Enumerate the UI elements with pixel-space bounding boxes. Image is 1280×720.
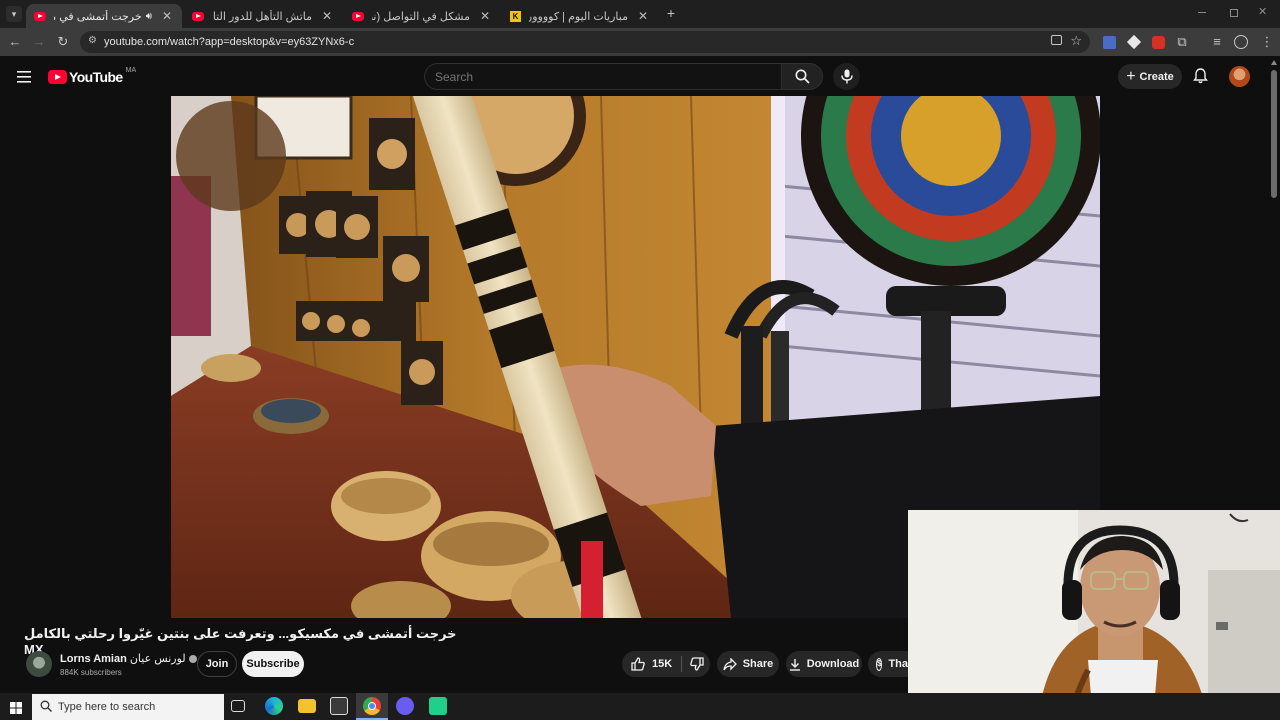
tab-title: خرجت أتمشى في مكسيكو... — [54, 10, 142, 23]
like-divider — [681, 656, 683, 672]
create-button[interactable]: + Create — [1118, 64, 1182, 89]
download-button[interactable]: Download — [786, 651, 862, 677]
like-dislike-group: 15K — [622, 651, 710, 677]
extensions-puzzle-icon[interactable]: ⧉ — [1173, 33, 1191, 51]
youtube-play-icon — [48, 70, 67, 84]
like-count: 15K — [652, 658, 673, 670]
webcam-overlay — [908, 510, 1280, 720]
tab-title: مباريات اليوم | كوووورة — [529, 10, 628, 23]
close-window-icon[interactable]: ✕ — [1258, 5, 1267, 18]
file-explorer-icon[interactable] — [298, 699, 316, 713]
app-green-icon[interactable] — [429, 697, 447, 715]
like-button[interactable]: 15K — [622, 657, 672, 671]
hamburger-menu-icon[interactable] — [17, 70, 31, 83]
tab-search-dropdown[interactable]: ▾ — [6, 6, 22, 22]
create-label: Create — [1139, 70, 1174, 83]
plus-icon: + — [1126, 67, 1136, 85]
verified-badge-icon — [188, 654, 197, 663]
subscriber-count: 884K subscribers — [60, 668, 122, 677]
youtube-logo[interactable]: YouTube MA — [48, 66, 137, 85]
back-icon[interactable]: ← — [6, 33, 24, 51]
youtube-wordmark: YouTube — [69, 69, 123, 85]
page-scrollbar[interactable] — [1271, 70, 1277, 198]
tab-close-icon[interactable]: ✕ — [478, 9, 492, 23]
browser-menu-icon[interactable]: ⋮ — [1258, 33, 1276, 51]
youtube-favicon-icon — [34, 11, 46, 21]
channel-avatar[interactable] — [26, 651, 52, 677]
kooora-favicon-icon: K — [510, 10, 521, 22]
bookmark-star-icon[interactable]: ☆ — [1070, 33, 1082, 49]
join-button[interactable]: Join — [197, 651, 237, 677]
share-button[interactable]: Share — [717, 651, 779, 677]
browser-tab[interactable]: ماتش التأهل للدور التاني؟ التشكـ ✕ — [184, 4, 342, 28]
taskbar-search-box[interactable]: Type here to search — [32, 694, 224, 720]
channel-name-arabic[interactable]: لورنس عيان — [130, 652, 186, 665]
forward-icon[interactable]: → — [30, 33, 48, 51]
browser-tab[interactable]: مشكل في التواصل (نظرية الزواج) ✕ — [344, 4, 500, 28]
browser-tab-strip: ▾ خرجت أتمشى في مكسيكو... 🔊︎ ✕ ماتش التأ… — [0, 0, 1280, 28]
channel-name[interactable]: Lorns Amian — [60, 653, 127, 665]
thumbs-down-icon — [690, 657, 704, 671]
microphone-icon — [840, 69, 853, 84]
site-info-icon[interactable]: ⚙︎ — [88, 35, 97, 46]
chrome-icon-center — [368, 702, 376, 710]
tab-close-icon[interactable]: ✕ — [636, 9, 650, 23]
browser-tab[interactable]: K مباريات اليوم | كوووورة ✕ — [502, 4, 658, 28]
download-label: Download — [806, 658, 860, 670]
youtube-favicon-icon — [192, 11, 204, 21]
notifications-bell-icon[interactable] — [1193, 68, 1208, 89]
translate-extension-icon[interactable] — [1103, 36, 1116, 49]
search-button[interactable] — [781, 63, 823, 90]
tab-title: ماتش التأهل للدور التاني؟ التشكـ — [212, 10, 312, 23]
url-text: youtube.com/watch?app=desktop&v=ey63ZYNx… — [104, 36, 355, 48]
subscribe-button[interactable]: Subscribe — [242, 651, 304, 677]
address-bar[interactable]: ⚙︎ youtube.com/watch?app=desktop&v=ey63Z… — [80, 31, 1090, 53]
thumbs-up-icon — [631, 657, 645, 671]
thanks-button[interactable]: $ Tha — [868, 651, 908, 677]
minimize-icon[interactable] — [1198, 12, 1206, 13]
extension-red-icon[interactable] — [1152, 36, 1165, 49]
restore-icon[interactable] — [1230, 9, 1238, 17]
discord-icon[interactable] — [396, 697, 414, 715]
speaker-icon[interactable]: 🔊︎ — [146, 11, 152, 22]
windows-start-icon[interactable] — [10, 701, 22, 714]
media-control-icon[interactable]: ≡ — [1208, 33, 1226, 51]
scroll-up-arrow-icon[interactable] — [1271, 60, 1277, 65]
tab-title: مشكل في التواصل (نظرية الزواج) — [372, 10, 470, 23]
share-icon — [723, 657, 737, 671]
store-icon[interactable] — [330, 697, 348, 715]
taskbar-search-icon — [40, 700, 52, 715]
new-tab-button[interactable]: + — [664, 5, 678, 21]
tab-close-icon[interactable]: ✕ — [160, 9, 174, 23]
search-icon — [795, 69, 810, 84]
thanks-icon: $ — [876, 657, 883, 671]
download-icon — [789, 658, 800, 671]
channel-info: Lorns Amian لورنس عيان 884K subscribers — [60, 652, 197, 677]
dislike-button[interactable] — [690, 657, 704, 671]
account-avatar[interactable] — [1229, 66, 1250, 87]
edge-icon[interactable] — [265, 697, 283, 715]
youtube-favicon-icon — [352, 11, 364, 21]
reload-icon[interactable]: ↻ — [54, 33, 72, 51]
profile-icon[interactable] — [1234, 35, 1248, 49]
task-view-icon[interactable] — [231, 700, 245, 712]
region-code: MA — [125, 66, 137, 74]
browser-tab-active[interactable]: خرجت أتمشى في مكسيكو... 🔊︎ ✕ — [26, 4, 182, 28]
share-label: Share — [742, 658, 774, 670]
voice-search-button[interactable] — [833, 63, 860, 90]
search-input[interactable] — [424, 63, 781, 90]
install-app-icon[interactable] — [1051, 35, 1062, 45]
thanks-label: Tha — [888, 658, 909, 670]
taskbar-search-placeholder: Type here to search — [58, 701, 156, 713]
tab-close-icon[interactable]: ✕ — [320, 9, 334, 23]
